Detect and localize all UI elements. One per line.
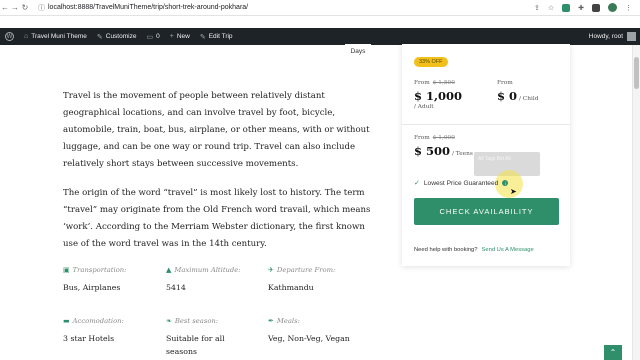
new-content-menu[interactable]: + New: [165, 28, 195, 45]
guarantee-text: Lowest Price Guaranteed: [423, 179, 499, 187]
fact-label: Meals:: [276, 317, 300, 325]
fact-meals: ✒ Meals: Veg, Non-Veg, Vegan: [268, 317, 368, 345]
fact-label: Transportation:: [72, 266, 127, 274]
fact-max-altitude: ▲ Maximum Altitude: 5414: [166, 266, 266, 294]
price-unit: / Adult: [414, 104, 434, 110]
site-name-menu[interactable]: ⌂ Travel Muni Theme: [19, 28, 92, 45]
from-label: From: [414, 80, 430, 86]
sidebar-toggle-icon[interactable]: [592, 3, 600, 12]
discount-badge: 33% OFF: [414, 57, 448, 67]
puzzle-icon[interactable]: ✚: [578, 4, 584, 12]
booking-widget: 33% OFF From $ 1,500 $ 1,000 / Adult From…: [402, 44, 570, 266]
fact-value: Bus, Airplanes: [63, 283, 121, 292]
profile-avatar[interactable]: [608, 3, 617, 12]
back-icon[interactable]: ←: [0, 3, 10, 12]
comment-icon: ▭: [146, 33, 154, 41]
user-avatar: [627, 32, 636, 41]
url-text: localhost:8888/TravelMuniTheme/trip/shor…: [48, 4, 249, 11]
price-value: $ 1,000: [414, 89, 463, 103]
brush-icon: ✎: [96, 33, 103, 41]
fact-value: 5414: [166, 283, 186, 292]
back-to-top-button[interactable]: ⌃: [604, 345, 622, 360]
trip-title-partial: [62, 44, 302, 50]
plus-icon: +: [169, 33, 174, 40]
fact-label: Accomodation:: [72, 317, 124, 325]
fact-transportation: ▣ Transportation: Bus, Airplanes: [63, 266, 163, 294]
wp-admin-bar: W ⌂ Travel Muni Theme ✎ Customize ▭ 0 + …: [0, 28, 640, 45]
scrollbar-thumb[interactable]: [634, 57, 639, 89]
fact-departure: ✈ Departure From: Kathmandu: [268, 266, 368, 294]
fact-value: Kathmandu: [268, 283, 314, 292]
from-label: From: [497, 80, 513, 86]
pencil-icon: ✎: [199, 33, 206, 41]
fact-label: Maximum Altitude:: [174, 266, 241, 274]
howdy-text: Howdy, root: [588, 33, 623, 40]
old-price: $ 1,000: [432, 135, 455, 141]
help-text: Need help with booking?: [414, 247, 478, 253]
fact-value: Veg, Non-Veg, Vegan: [268, 334, 350, 343]
overview-paragraph: Travel is the movement of people between…: [63, 91, 370, 169]
fact-label: Best season:: [174, 317, 219, 325]
comments-count: 0: [156, 33, 160, 40]
wordpress-icon: W: [5, 32, 14, 41]
comments-link[interactable]: ▭ 0: [141, 28, 164, 45]
price-unit: / Teens: [452, 151, 473, 157]
price-adult: From $ 1,500 $ 1,000 / Adult: [414, 80, 462, 110]
tab-days[interactable]: Days: [345, 44, 371, 58]
new-label: New: [176, 33, 190, 40]
customize-label: Customize: [105, 33, 137, 40]
star-icon[interactable]: ☆: [548, 4, 554, 12]
fact-accommodation: ▬ Accomodation: 3 star Hotels: [63, 317, 163, 345]
forward-icon[interactable]: →: [10, 3, 20, 12]
extension-icon[interactable]: [562, 3, 571, 12]
price-unit: / Child: [519, 96, 539, 102]
overview-paragraph: The origin of the word “travel” is most …: [63, 188, 371, 249]
browser-toolbar: ← → ↻ ⓘ localhost:8888/TravelMuniTheme/t…: [0, 0, 640, 16]
address-bar[interactable]: ⓘ localhost:8888/TravelMuniTheme/trip/sh…: [38, 3, 248, 13]
price-value: $ 0: [497, 89, 518, 103]
edit-trip-link[interactable]: ✎ Edit Trip: [195, 28, 238, 45]
mountain-icon: ▲: [166, 266, 172, 274]
home-icon: ⌂: [24, 33, 29, 40]
info-icon[interactable]: ⓘ: [38, 3, 45, 13]
divider: [402, 124, 570, 125]
fact-value: Suitable for all seasons: [166, 334, 225, 356]
edit-trip-label: Edit Trip: [208, 33, 233, 40]
fact-best-season: ❧ Best season: Suitable for all seasons: [166, 317, 236, 358]
booking-help: Need help with booking? Send Us A Message: [414, 247, 534, 253]
check-icon: ✓: [414, 180, 420, 187]
lowest-price-guarantee: ✓ Lowest Price Guaranteed i: [414, 179, 509, 187]
info-icon[interactable]: i: [502, 180, 509, 186]
page-scrollbar[interactable]: [632, 45, 640, 360]
from-label: From: [414, 135, 430, 141]
old-price: $ 1,500: [432, 80, 455, 86]
send-message-link[interactable]: Send Us A Message: [482, 247, 534, 253]
share-icon[interactable]: ⇪: [534, 4, 540, 12]
bed-icon: ▬: [63, 317, 70, 325]
wp-logo-menu[interactable]: W: [0, 28, 19, 45]
cutlery-icon: ✒: [268, 317, 274, 325]
leaf-icon: ❧: [166, 317, 172, 325]
fact-label: Departure From:: [276, 266, 336, 274]
browser-menu-icon[interactable]: ⋮: [625, 4, 632, 12]
bus-icon: ▣: [63, 266, 70, 274]
plane-icon: ✈: [268, 266, 274, 274]
price-child: From $ 0/ Child: [497, 80, 538, 103]
mouse-cursor-icon: ➤: [510, 187, 517, 196]
account-menu[interactable]: Howdy, root: [589, 32, 640, 41]
reload-icon[interactable]: ↻: [20, 3, 30, 12]
site-name: Travel Muni Theme: [31, 33, 87, 40]
fact-value: 3 star Hotels: [63, 334, 115, 343]
chevron-up-icon: ⌃: [609, 348, 617, 357]
price-teens: From $ 1,000 $ 500/ Teens: [414, 135, 473, 158]
customize-link[interactable]: ✎ Customize: [92, 28, 142, 45]
price-value: $ 500: [414, 144, 451, 158]
check-availability-button[interactable]: CHECK AVAILABILITY: [414, 198, 559, 225]
